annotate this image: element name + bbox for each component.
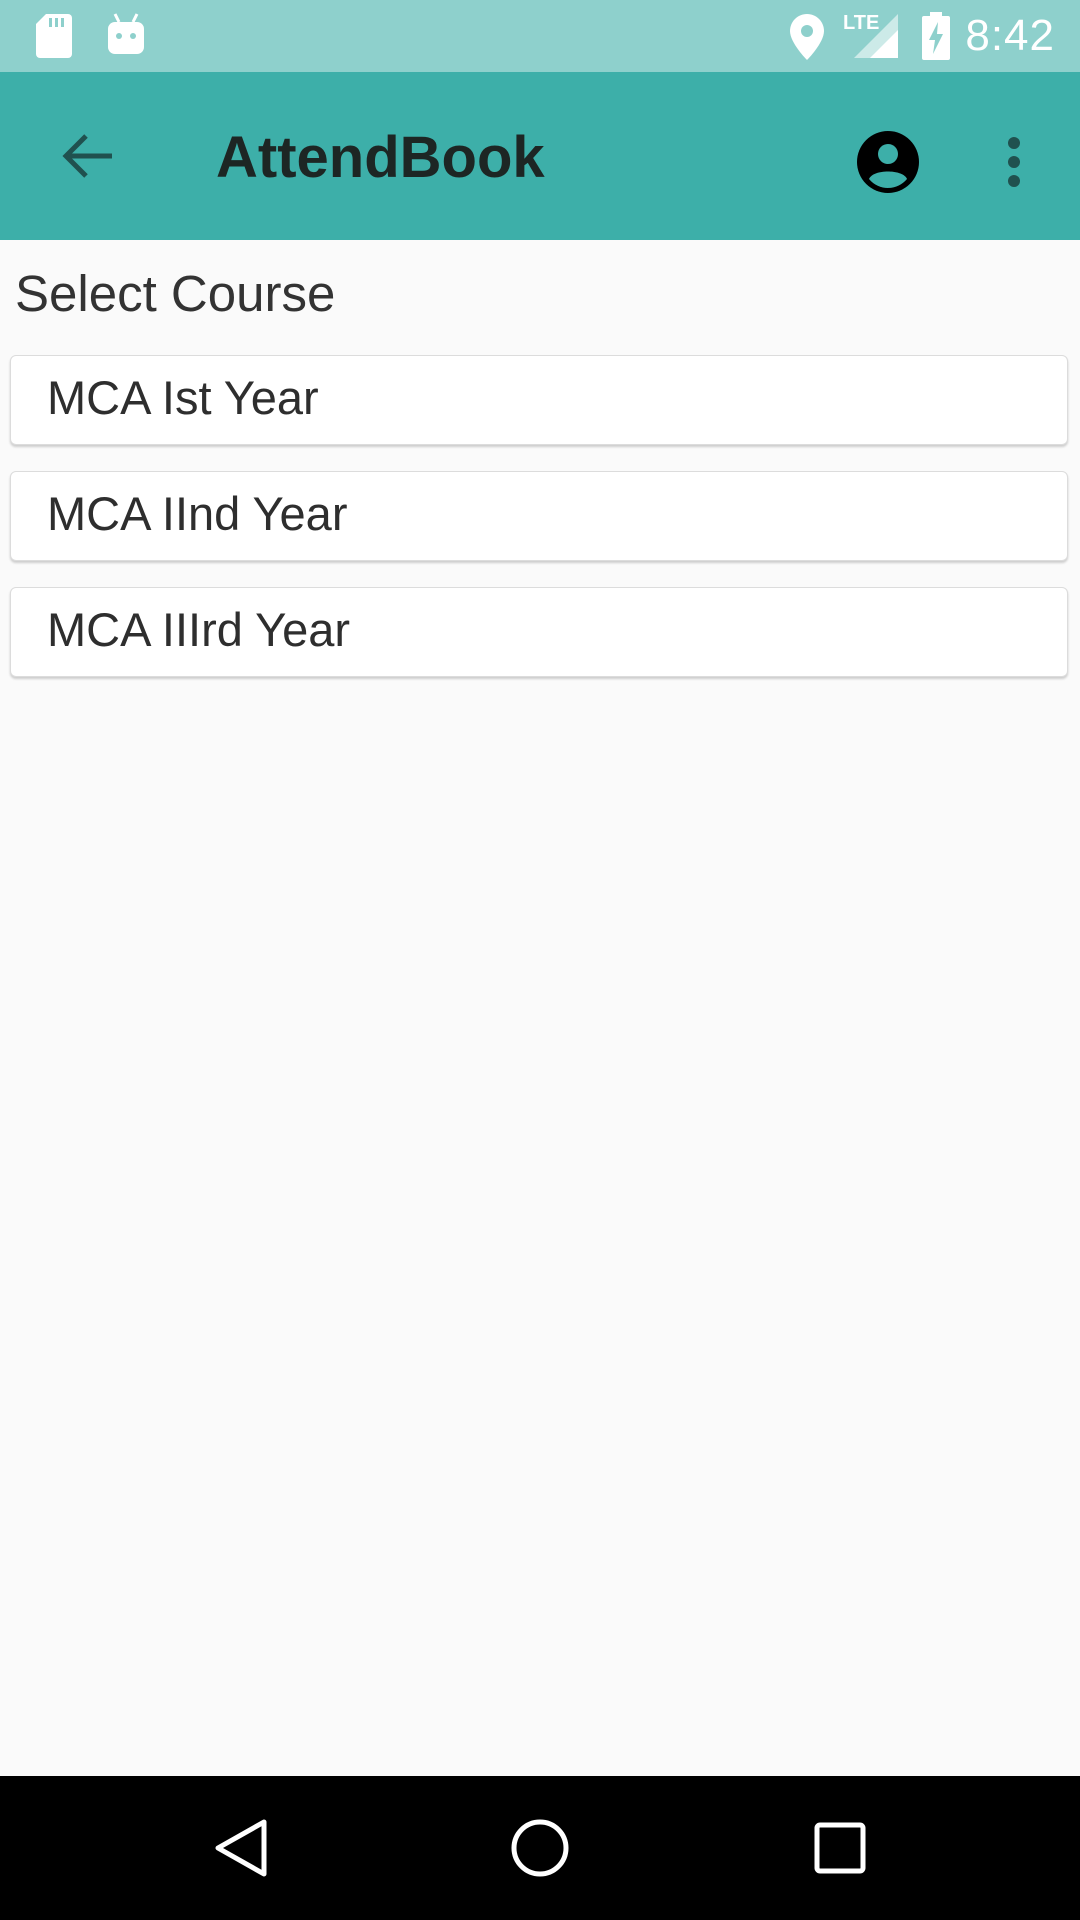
course-list: MCA Ist Year MCA IInd Year MCA IIIrd Yea… (10, 355, 1070, 703)
course-item-label: MCA IIIrd Year (47, 603, 351, 656)
course-item-mca-1st-year[interactable]: MCA Ist Year (10, 355, 1068, 445)
overflow-menu-button[interactable] (974, 118, 1054, 206)
more-vert-icon (1008, 137, 1020, 187)
course-item-label: MCA Ist Year (47, 371, 319, 424)
android-icon (108, 13, 144, 54)
course-item-mca-2nd-year[interactable]: MCA IInd Year (10, 471, 1068, 561)
back-arrow-icon (62, 134, 112, 178)
app-title: AttendBook (216, 125, 545, 190)
back-button[interactable] (44, 112, 132, 200)
back-triangle-icon (215, 1819, 267, 1877)
nav-back-button[interactable] (190, 1798, 290, 1898)
home-circle-icon (511, 1819, 569, 1877)
section-title: Select Course (15, 265, 336, 322)
nav-home-button[interactable] (490, 1798, 590, 1898)
location-icon (790, 14, 824, 60)
battery-charging-icon (922, 12, 950, 60)
system-nav-bar (0, 1776, 1080, 1920)
status-time: 8:42 (965, 11, 1055, 60)
course-item-mca-3rd-year[interactable]: MCA IIIrd Year (10, 587, 1068, 677)
recents-square-icon (814, 1822, 866, 1874)
account-circle-icon (857, 131, 919, 193)
sd-card-icon (36, 14, 72, 58)
status-bar: LTE 8:42 (0, 0, 1080, 72)
app-bar: AttendBook (0, 72, 1080, 240)
nav-recents-button[interactable] (790, 1798, 890, 1898)
course-item-label: MCA IInd Year (47, 487, 348, 540)
signal-icon (854, 14, 898, 58)
account-button[interactable] (844, 118, 932, 206)
